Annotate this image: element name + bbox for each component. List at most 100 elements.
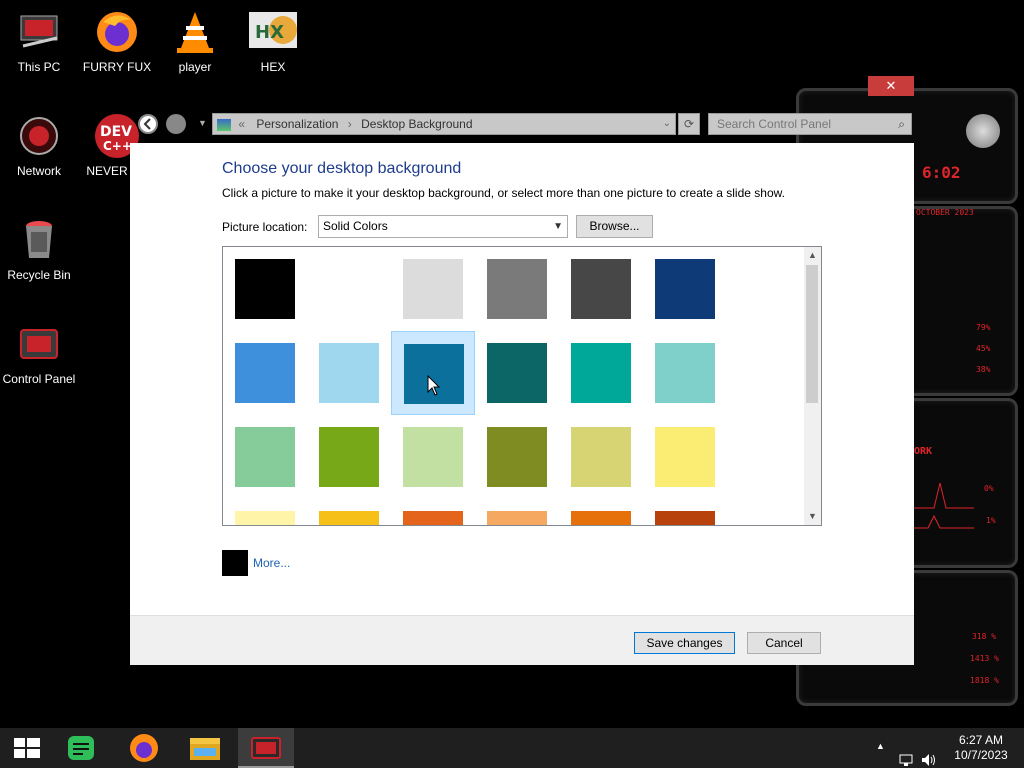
address-dropdown-icon[interactable]: ⌄	[663, 114, 671, 134]
desktop-icon-hex[interactable]: HX HEX	[234, 8, 312, 74]
color-swatch[interactable]	[643, 415, 727, 499]
color-swatch-fill	[319, 427, 379, 487]
recycle-bin-icon	[15, 216, 63, 264]
color-swatch[interactable]	[475, 415, 559, 499]
color-swatch-fill	[487, 427, 547, 487]
control-panel-icon	[251, 737, 281, 759]
color-swatch[interactable]	[391, 415, 475, 499]
color-swatch[interactable]	[307, 247, 391, 331]
picture-location-select[interactable]: Solid Colors ▼	[318, 215, 568, 238]
color-swatch-fill	[571, 343, 631, 403]
search-placeholder: Search Control Panel	[717, 117, 832, 131]
scroll-down-icon[interactable]: ▼	[804, 508, 821, 525]
picture-location-label: Picture location:	[222, 220, 308, 234]
desktop-icon-label: Control Panel	[2, 372, 76, 386]
color-swatch[interactable]	[391, 247, 475, 331]
widget-date: OCTOBER 2023	[916, 208, 974, 217]
color-swatch[interactable]	[643, 331, 727, 415]
color-swatch-fill	[655, 511, 715, 525]
color-swatch[interactable]	[391, 499, 475, 525]
volume-icon[interactable]	[920, 740, 938, 768]
color-swatch-fill	[655, 259, 715, 319]
picture-location-value: Solid Colors	[323, 219, 388, 233]
desktop-icon-label: This PC	[17, 60, 61, 74]
widget-time: 6:02	[922, 163, 961, 182]
refresh-button[interactable]: ⟳	[678, 113, 700, 135]
forward-button[interactable]	[166, 114, 186, 134]
color-swatch-fill	[571, 259, 631, 319]
color-swatch[interactable]	[475, 499, 559, 525]
color-swatch[interactable]	[223, 247, 307, 331]
close-button[interactable]: ✕	[868, 76, 914, 96]
more-colors-link[interactable]: More...	[253, 556, 290, 570]
color-swatch[interactable]	[643, 499, 727, 525]
color-swatch-fill	[235, 259, 295, 319]
search-icon: ⌕	[898, 117, 905, 131]
back-arrow-icon	[143, 118, 151, 130]
back-button[interactable]	[138, 114, 158, 134]
browse-button[interactable]: Browse...	[576, 215, 653, 238]
widget-bottom-value-2: 1413 %	[970, 654, 999, 663]
hex-editor-icon: HX	[249, 8, 297, 56]
scroll-up-icon[interactable]: ▲	[804, 247, 821, 264]
desktop-icon-network[interactable]: Network	[0, 112, 78, 178]
computer-icon	[15, 8, 63, 56]
desktop-icon-recycle-bin[interactable]: Recycle Bin	[0, 216, 78, 282]
scroll-thumb[interactable]	[806, 265, 818, 403]
svg-text:C++: C++	[103, 139, 132, 153]
file-explorer-icon	[190, 738, 220, 760]
widget-stat-1: 79%	[976, 323, 991, 332]
color-swatch[interactable]	[223, 331, 307, 415]
color-swatch-fill	[403, 511, 463, 525]
taskbar-firefox[interactable]	[116, 728, 172, 768]
search-input[interactable]: Search Control Panel ⌕	[708, 113, 912, 135]
address-bar[interactable]: « Personalization › Desktop Background ⌄	[212, 113, 676, 135]
taskbar-clock[interactable]: 6:27 AM 10/7/2023	[950, 733, 1012, 763]
breadcrumb-desktop-background[interactable]: Desktop Background	[361, 117, 472, 131]
desktop-icon-control-panel[interactable]: Control Panel	[0, 320, 78, 386]
swatch-grid: ▲ ▼	[222, 246, 822, 526]
firefox-icon	[130, 734, 158, 762]
color-swatch[interactable]	[223, 415, 307, 499]
notes-icon	[68, 736, 94, 760]
cancel-button[interactable]: Cancel	[747, 632, 821, 654]
dialog-footer: Save changes Cancel	[130, 615, 914, 665]
color-swatch[interactable]	[643, 247, 727, 331]
start-button[interactable]	[0, 728, 56, 768]
color-swatch[interactable]	[307, 415, 391, 499]
clock-date: 10/7/2023	[954, 748, 1008, 762]
color-swatch[interactable]	[475, 331, 559, 415]
color-swatch[interactable]	[391, 331, 475, 415]
swatch-scrollbar[interactable]: ▲ ▼	[804, 247, 821, 525]
page-subtitle: Click a picture to make it your desktop …	[222, 186, 785, 200]
page-title: Choose your desktop background	[222, 160, 462, 177]
more-color-swatch[interactable]	[222, 550, 248, 576]
desktop-icon-this-pc[interactable]: This PC	[0, 8, 78, 74]
desktop-icon-label: FURRY FUX	[82, 60, 152, 74]
taskbar-control-panel[interactable]	[238, 728, 294, 768]
breadcrumb-personalization[interactable]: Personalization	[256, 117, 338, 131]
desktop-icon-label: player	[178, 60, 212, 74]
color-swatch[interactable]	[223, 499, 307, 525]
show-hidden-icons[interactable]: ▲	[876, 741, 885, 768]
color-swatch[interactable]	[559, 415, 643, 499]
desktop-icon-vlc[interactable]: player	[156, 8, 234, 74]
desktop-icon-label: Recycle Bin	[7, 268, 71, 282]
color-swatch[interactable]	[559, 499, 643, 525]
taskbar-notes[interactable]	[54, 728, 110, 768]
color-swatch[interactable]	[475, 247, 559, 331]
color-swatch[interactable]	[559, 331, 643, 415]
recent-pages-chevron-icon[interactable]: ▼	[198, 118, 207, 128]
color-swatch[interactable]	[307, 331, 391, 415]
color-swatch[interactable]	[307, 499, 391, 525]
save-changes-button[interactable]: Save changes	[634, 632, 735, 654]
widget-bottom-value-1: 318 %	[972, 632, 997, 641]
widget-network-label: ORK	[914, 446, 933, 457]
color-swatch[interactable]	[559, 247, 643, 331]
color-swatch-fill	[655, 343, 715, 403]
taskbar-file-explorer[interactable]	[178, 728, 234, 768]
color-swatch-fill	[571, 511, 631, 525]
network-tray-icon[interactable]	[898, 740, 914, 768]
desktop-icon-firefox[interactable]: FURRY FUX	[78, 8, 156, 74]
widget-stat-2: 45%	[976, 344, 991, 353]
